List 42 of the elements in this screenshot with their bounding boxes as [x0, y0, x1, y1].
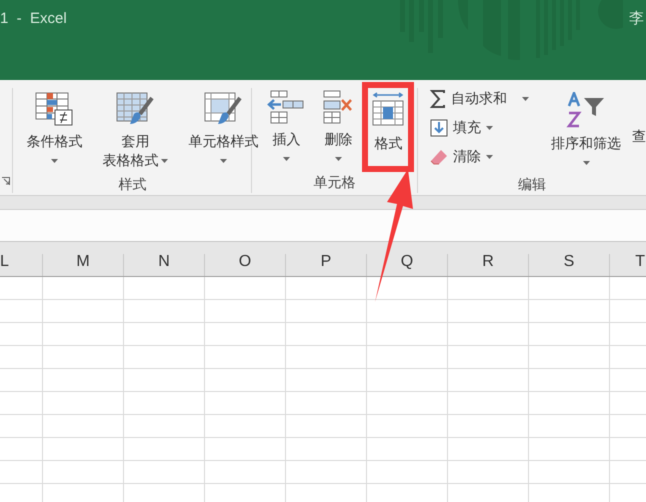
ribbon-button[interactable]: 条件格式	[17, 84, 92, 174]
group-label: 编辑	[518, 175, 546, 194]
window-title: 1 - Excel	[0, 9, 67, 29]
caret-icon	[220, 158, 227, 162]
ribbon-button[interactable]: 清除	[426, 142, 540, 171]
column-header[interactable]: L	[0, 254, 43, 276]
dialog-launcher-icon[interactable]	[2, 177, 10, 185]
caret-icon	[582, 160, 590, 164]
format-cells-icon	[371, 92, 406, 128]
insert-cells-icon	[267, 90, 306, 124]
delete-cells-icon	[323, 90, 354, 124]
conditional-format-icon	[35, 92, 74, 126]
ribbon-button[interactable]: 排序和筛选	[542, 84, 630, 174]
column-header[interactable]: M	[43, 254, 124, 276]
column-header[interactable]: N	[124, 254, 205, 276]
table-brush-icon	[116, 92, 154, 126]
column-header[interactable]: S	[529, 254, 610, 276]
user-name: 李	[629, 9, 644, 29]
column-header[interactable]: T	[610, 254, 646, 276]
caret-icon	[334, 156, 342, 160]
caret-icon	[50, 158, 58, 162]
group-label: 单元格	[314, 173, 356, 192]
ribbon-button[interactable]: 删除	[314, 82, 362, 172]
ribbon-button[interactable]: 自动求和	[426, 84, 540, 113]
sigma-icon	[430, 90, 446, 108]
fill-down-icon	[430, 118, 448, 136]
eraser-icon	[430, 148, 448, 164]
caret-icon	[486, 154, 493, 158]
ribbon-button[interactable]: 填充	[426, 113, 540, 142]
caret-icon	[522, 96, 529, 100]
column-header[interactable]: P	[286, 254, 367, 276]
sort-filter-icon	[566, 92, 606, 128]
cell-style-icon	[204, 92, 242, 126]
caret-icon	[486, 126, 493, 130]
caret-icon	[282, 156, 290, 160]
column-header[interactable]: O	[205, 254, 286, 276]
ribbon-button-label: 查	[632, 127, 646, 146]
ribbon-button[interactable]: 格式	[362, 82, 414, 172]
column-header[interactable]: R	[448, 254, 529, 276]
ribbon-button[interactable]: 套用 表格格式	[93, 84, 178, 174]
caret-icon	[161, 158, 168, 162]
group-label: 样式	[118, 175, 146, 194]
